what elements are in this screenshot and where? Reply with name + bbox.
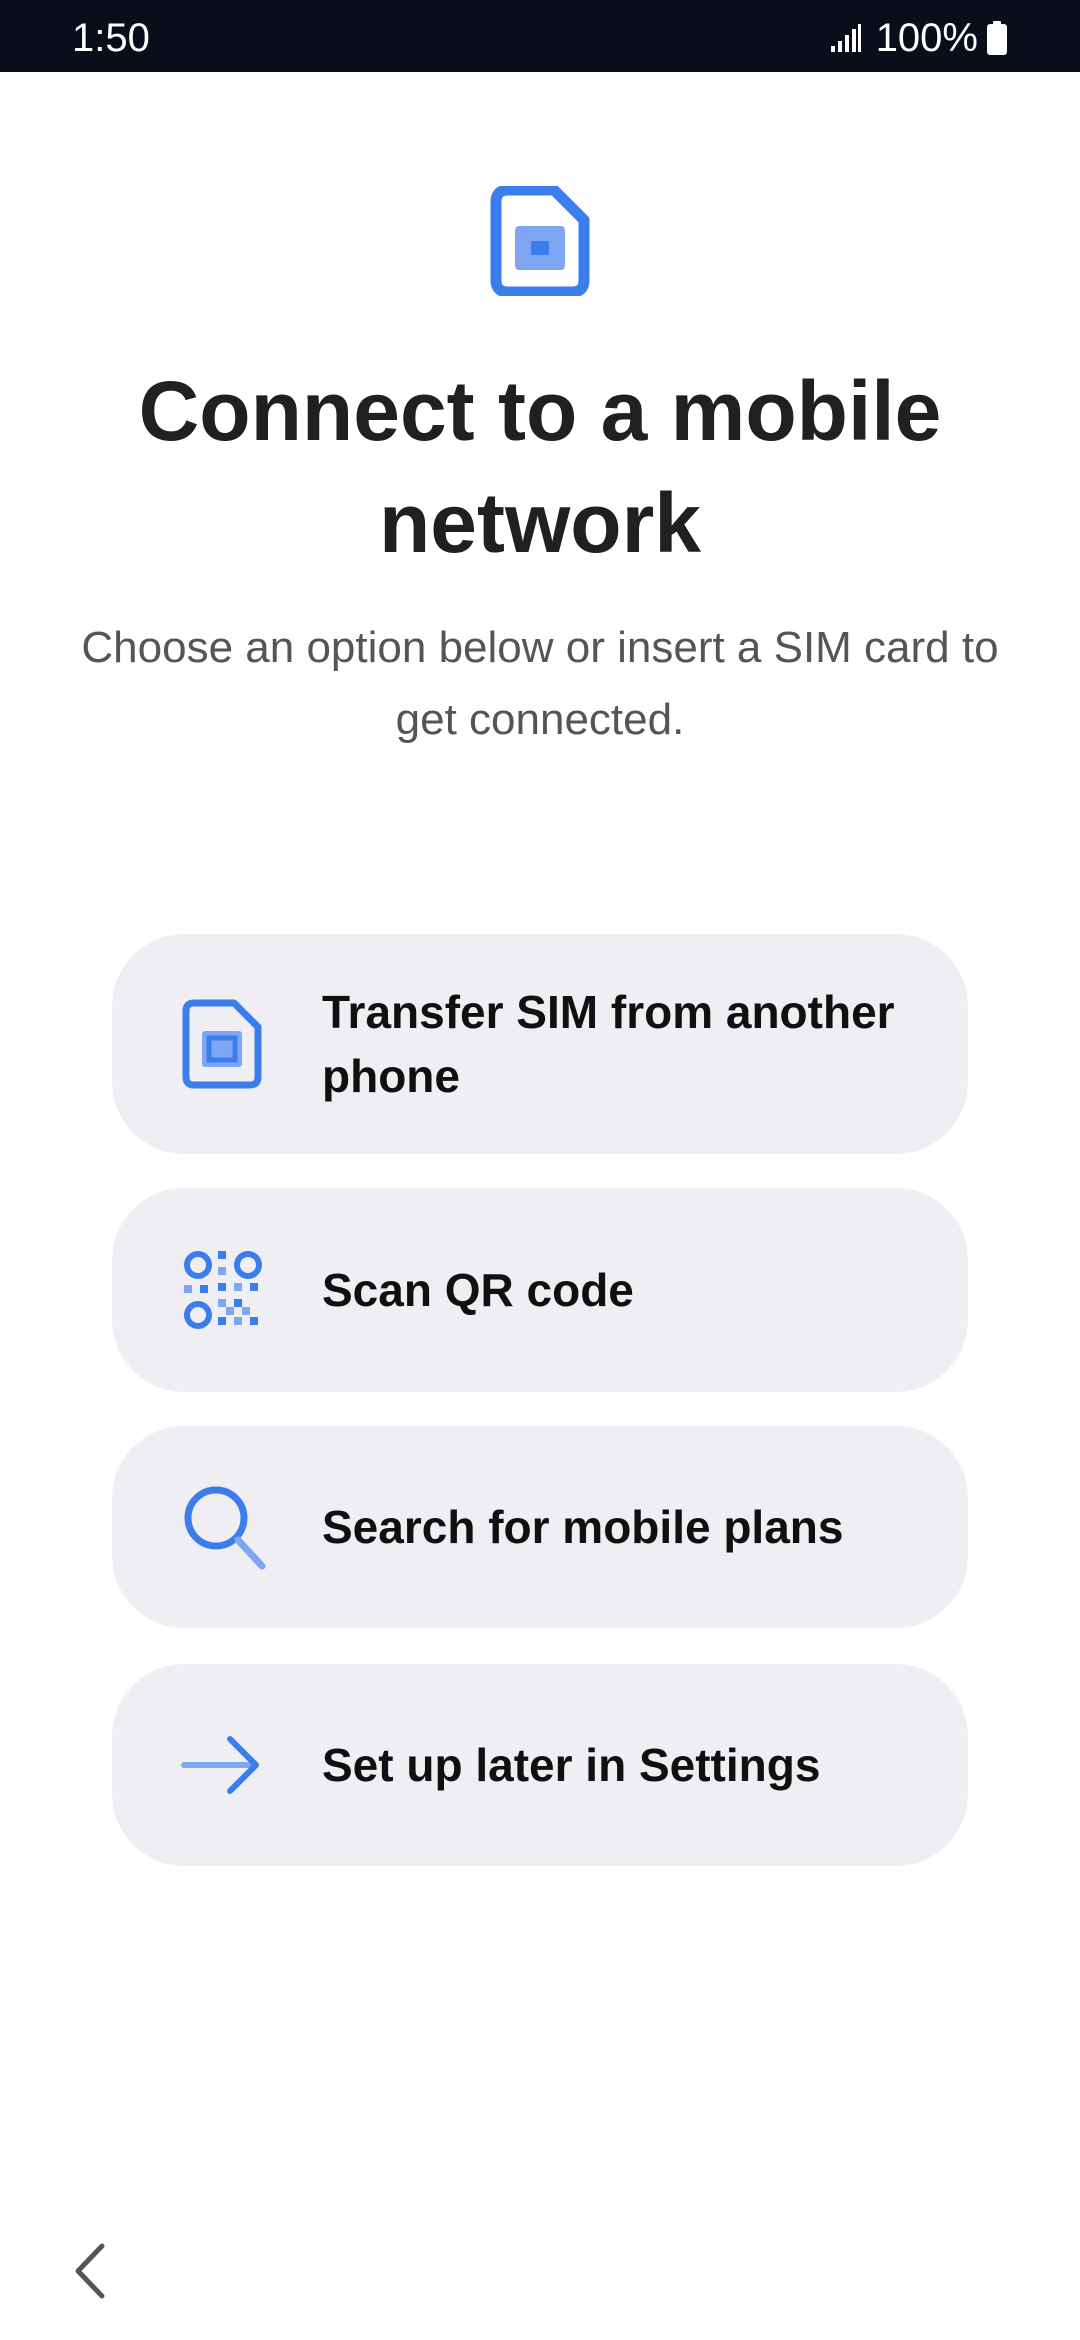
page-subtitle: Choose an option below or insert a SIM c… (81, 623, 999, 744)
sim-card-icon (182, 999, 262, 1089)
arrow-right-icon (181, 1736, 259, 1794)
battery-level: 100% (875, 16, 978, 60)
option-label: Search for mobile plans (322, 1501, 844, 1553)
search-plans-option[interactable]: Search for mobile plans (112, 1426, 968, 1628)
status-bar: 1:50 100% (0, 0, 1080, 72)
page-title: Connect to a mobile network (138, 364, 942, 570)
setup-later-option[interactable]: Set up later in Settings (112, 1664, 968, 1866)
chevron-left-icon[interactable] (56, 2236, 126, 2306)
option-label: Transfer SIM from another phone (322, 986, 895, 1102)
transfer-sim-option[interactable]: Transfer SIM from another phone (112, 934, 968, 1154)
status-time: 1:50 (72, 16, 150, 60)
signal-icon (830, 24, 861, 52)
scan-qr-option[interactable]: Scan QR code (112, 1188, 968, 1392)
status-indicators: 100% (830, 18, 1008, 58)
qr-code-icon (184, 1251, 262, 1329)
search-icon (184, 1486, 266, 1570)
option-label: Set up later in Settings (322, 1739, 821, 1791)
sim-card-icon (490, 186, 590, 296)
battery-icon (987, 21, 1007, 55)
option-label: Scan QR code (322, 1264, 634, 1316)
